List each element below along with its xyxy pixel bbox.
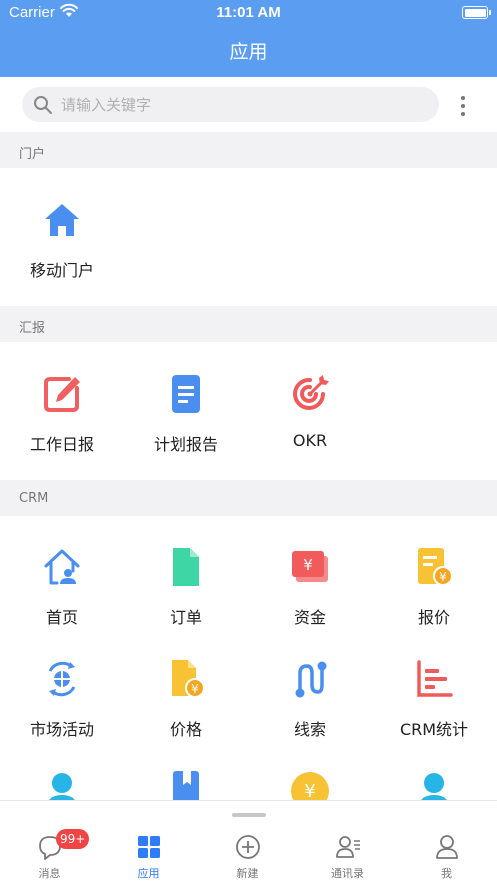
tab-label: 应用 (137, 867, 160, 880)
search-icon (34, 96, 52, 114)
app-item-label: OKR (292, 431, 328, 450)
crm-home-icon (44, 549, 80, 585)
app-item-label: 市场活动 (29, 720, 94, 739)
section-title: 门户 (19, 147, 46, 162)
section-header-report: 汇报 (0, 306, 497, 342)
edit-icon (44, 377, 80, 412)
battery-icon (462, 6, 491, 19)
market-activity-icon (48, 661, 76, 697)
search-box[interactable] (22, 87, 439, 122)
app-item-label: 报价 (417, 608, 450, 627)
app-header: Carrier 11:01 AM 应用 (0, 0, 497, 77)
svg-text:¥: ¥ (439, 570, 447, 584)
app-item-label: CRM统计 (399, 720, 469, 739)
tab-label: 我 (441, 867, 452, 880)
app-item-label: 价格 (169, 720, 202, 739)
app-item-label: 移动门户 (29, 261, 94, 280)
svg-text:¥: ¥ (191, 682, 199, 696)
more-menu-icon[interactable] (455, 94, 471, 118)
page-title: 应用 (229, 41, 268, 63)
tab-apps[interactable]: 应用 (99, 801, 198, 884)
tab-me[interactable]: 我 (397, 801, 496, 884)
app-item-label: 首页 (45, 608, 78, 627)
tab-label: 消息 (38, 867, 61, 880)
user-icon (436, 835, 458, 859)
price-icon: ¥ (172, 660, 205, 698)
unread-badge: 99+ (56, 829, 90, 849)
section-title: 汇报 (19, 321, 46, 336)
search-input[interactable] (61, 87, 421, 122)
svg-text:¥: ¥ (304, 781, 315, 802)
app-item-label: 资金 (293, 608, 326, 627)
statistics-icon (417, 660, 453, 697)
app-item-label: 订单 (169, 608, 202, 627)
svg-text:¥: ¥ (303, 556, 313, 574)
section-header-crm: CRM (0, 480, 497, 516)
section-header-portal: 门户 (0, 132, 497, 168)
status-time: 11:01 AM (216, 4, 281, 21)
app-item-label: 计划报告 (153, 435, 218, 454)
contacts-icon (336, 836, 360, 858)
grid-icon (138, 836, 160, 858)
search-bar (0, 77, 497, 132)
add-circle-icon (236, 835, 260, 859)
app-item-label: 工作日报 (29, 435, 94, 454)
app-item-label: 线索 (293, 720, 326, 739)
section-title: CRM (19, 491, 49, 506)
target-icon (293, 375, 329, 410)
order-icon (173, 548, 199, 586)
funds-icon: ¥ (292, 551, 328, 582)
drag-handle[interactable] (232, 813, 266, 817)
tab-messages[interactable]: 99+ 消息 (0, 801, 99, 884)
status-bar: Carrier 11:01 AM (0, 0, 497, 26)
tab-label: 新建 (236, 867, 259, 880)
tab-contacts[interactable]: 通讯录 (298, 801, 397, 884)
leads-icon (295, 661, 327, 698)
tab-label: 通讯录 (331, 867, 364, 880)
quote-icon: ¥ (418, 548, 453, 586)
home-icon (45, 204, 79, 236)
document-icon (172, 375, 200, 413)
